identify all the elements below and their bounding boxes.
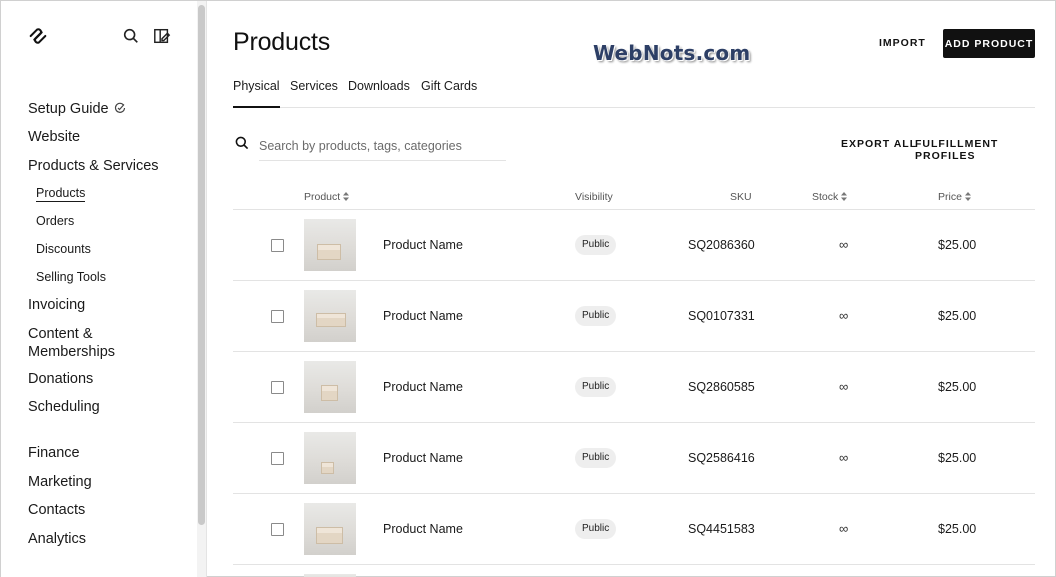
product-box-image [316, 313, 346, 327]
nav-memberships-label: Memberships [28, 344, 116, 360]
product-name[interactable]: Product Name [383, 238, 463, 252]
product-box-image [317, 244, 341, 260]
column-stock[interactable]: Stock [812, 191, 848, 203]
row-checkbox[interactable] [271, 239, 284, 252]
visibility-badge: Public [575, 306, 617, 326]
search-input[interactable] [259, 131, 506, 161]
main-content: Products WebNots.com IMPORT ADD PRODUCT … [207, 1, 1056, 577]
nav-finance[interactable]: Finance [28, 444, 80, 462]
nav-sub-products[interactable]: Products [36, 186, 86, 202]
product-box-image [316, 527, 343, 544]
column-visibility: Visibility [575, 191, 613, 203]
table-row-partial [233, 565, 1035, 577]
fulfillment-profiles-button[interactable]: FULFILLMENT PROFILES [915, 138, 1056, 162]
visibility-badge: Public [575, 235, 617, 255]
row-checkbox[interactable] [271, 452, 284, 465]
visibility-badge: Public [575, 448, 617, 468]
nav-products-services[interactable]: Products & Services [28, 157, 159, 175]
table-row[interactable]: Product Name Public SQ2860585 ∞ $25.00 [233, 352, 1035, 423]
column-product[interactable]: Product [304, 191, 350, 203]
nav-setup-guide-label: Setup Guide [28, 101, 109, 117]
product-stock: ∞ [839, 308, 849, 323]
product-thumbnail[interactable] [304, 361, 356, 413]
column-price[interactable]: Price [938, 191, 971, 203]
product-thumbnail[interactable] [304, 219, 356, 271]
table-header: Product Visibility SKU Stock Price [233, 181, 1035, 210]
nav-invoicing[interactable]: Invoicing [28, 296, 85, 314]
product-price: $25.00 [938, 380, 977, 394]
product-price: $25.00 [938, 238, 977, 252]
visibility-badge: Public [575, 377, 617, 397]
squarespace-logo[interactable] [27, 25, 49, 47]
nav-sub-orders[interactable]: Orders [36, 214, 74, 228]
column-sku: SKU [730, 191, 752, 203]
nav-setup-guide[interactable]: Setup Guide [28, 100, 126, 118]
table-row[interactable]: Product Name Public SQ4451583 ∞ $25.00 [233, 494, 1035, 565]
sort-icon [841, 192, 848, 201]
product-price: $25.00 [938, 309, 977, 323]
sort-icon [343, 192, 350, 201]
visibility-badge: Public [575, 519, 617, 539]
product-stock: ∞ [839, 450, 849, 465]
product-sku: SQ0107331 [688, 309, 755, 323]
tab-downloads[interactable]: Downloads [348, 79, 410, 108]
nav-content-label: Content & [28, 326, 93, 342]
nav-donations[interactable]: Donations [28, 370, 93, 388]
product-sku: SQ4451583 [688, 522, 755, 536]
nav-sub-discounts[interactable]: Discounts [36, 242, 91, 256]
row-checkbox[interactable] [271, 381, 284, 394]
page-title: Products [233, 28, 331, 56]
product-sku: SQ2860585 [688, 380, 755, 394]
nav-website[interactable]: Website [28, 128, 80, 146]
product-sku: SQ2086360 [688, 238, 755, 252]
product-thumbnail[interactable] [304, 503, 356, 555]
product-name[interactable]: Product Name [383, 309, 463, 323]
nav-contacts[interactable]: Contacts [28, 501, 85, 519]
search-icon [235, 136, 249, 150]
column-stock-label: Stock [812, 191, 839, 203]
nav-content-memberships[interactable]: Content & Memberships [28, 325, 115, 361]
setup-guide-icon [114, 102, 125, 113]
product-box-image [321, 462, 334, 474]
column-product-label: Product [304, 191, 341, 203]
product-price: $25.00 [938, 451, 977, 465]
product-stock: ∞ [839, 237, 849, 252]
nav-marketing[interactable]: Marketing [28, 473, 92, 491]
tab-services[interactable]: Services [290, 79, 338, 108]
product-thumbnail[interactable] [304, 290, 356, 342]
row-checkbox[interactable] [271, 523, 284, 536]
sidebar: Setup Guide Website Products & Services … [1, 1, 198, 577]
export-all-button[interactable]: EXPORT ALL [841, 138, 917, 150]
product-name[interactable]: Product Name [383, 451, 463, 465]
nav-sub-selling-tools[interactable]: Selling Tools [36, 270, 106, 284]
edit-panel-icon[interactable] [153, 27, 171, 45]
sort-icon [964, 192, 971, 201]
watermark: WebNots.com [593, 41, 751, 65]
table-row[interactable]: Product Name Public SQ2086360 ∞ $25.00 [233, 210, 1035, 281]
product-sku: SQ2586416 [688, 451, 755, 465]
table-row[interactable]: Product Name Public SQ2586416 ∞ $25.00 [233, 423, 1035, 494]
product-thumbnail[interactable] [304, 432, 356, 484]
product-price: $25.00 [938, 522, 977, 536]
nav-scheduling[interactable]: Scheduling [28, 398, 100, 416]
product-box-image [321, 385, 338, 401]
tab-gift-cards[interactable]: Gift Cards [421, 79, 477, 108]
product-stock: ∞ [839, 521, 849, 536]
tab-bar: Physical Services Downloads Gift Cards [233, 79, 1035, 108]
tab-physical[interactable]: Physical [233, 79, 280, 108]
nav-analytics[interactable]: Analytics [28, 530, 86, 548]
table-row[interactable]: Product Name Public SQ0107331 ∞ $25.00 [233, 281, 1035, 352]
products-table: Product Visibility SKU Stock Price Produ… [233, 181, 1035, 577]
row-checkbox[interactable] [271, 310, 284, 323]
search-icon[interactable] [122, 27, 140, 45]
import-button[interactable]: IMPORT [879, 37, 926, 49]
column-price-label: Price [938, 191, 962, 203]
add-product-button[interactable]: ADD PRODUCT [943, 29, 1035, 58]
product-name[interactable]: Product Name [383, 380, 463, 394]
product-name[interactable]: Product Name [383, 522, 463, 536]
product-stock: ∞ [839, 379, 849, 394]
sidebar-scrollbar[interactable] [198, 5, 205, 525]
